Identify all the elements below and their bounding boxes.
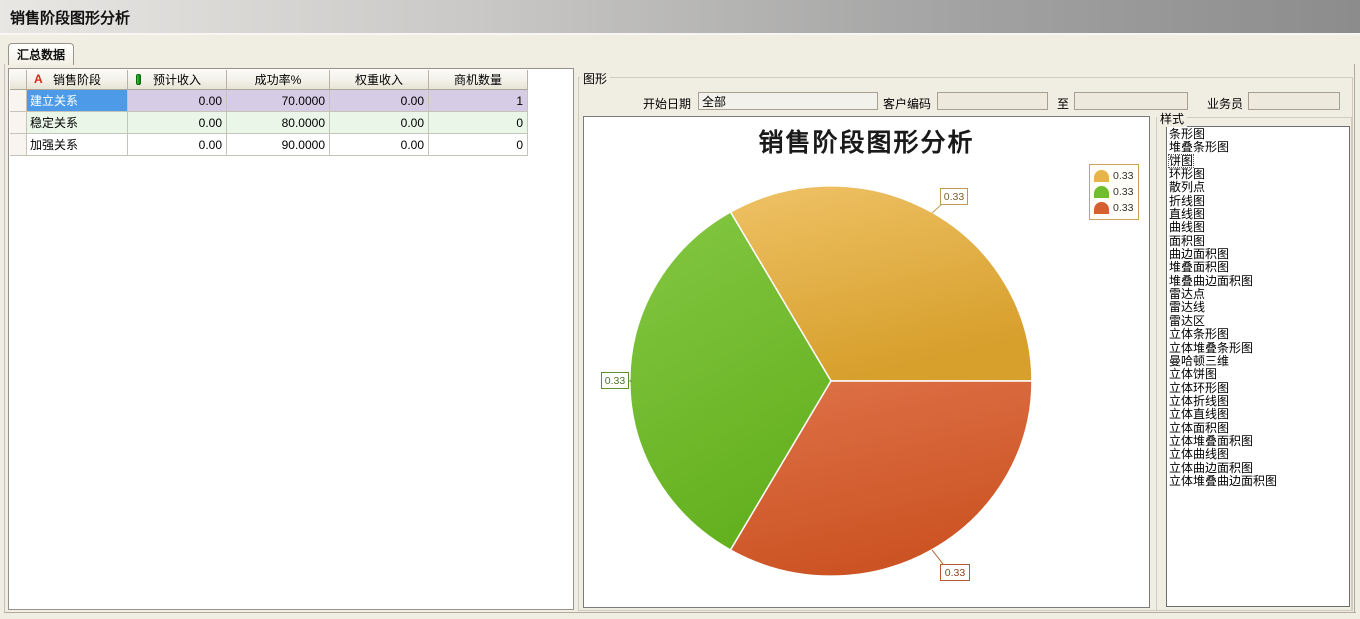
style-list-item[interactable]: 立体条形图: [1167, 328, 1349, 341]
summary-grid-panel: A 销售阶段 预计收入 成功率% 权重收入 商机数量: [8, 68, 574, 610]
style-groupbox-label: 样式: [1157, 110, 1187, 127]
legend-value: 0.33: [1113, 186, 1133, 198]
table-header-row: A 销售阶段 预计收入 成功率% 权重收入 商机数量: [10, 70, 528, 90]
legend-value: 0.33: [1113, 202, 1133, 214]
opportunity-count-cell[interactable]: 1: [429, 90, 528, 112]
success-rate-cell[interactable]: 90.0000: [227, 134, 330, 156]
weighted-income-cell[interactable]: 0.00: [330, 112, 429, 134]
table-row[interactable]: 建立关系 0.00 70.0000 0.00 1: [10, 90, 528, 112]
title-bar: 销售阶段图形分析: [0, 0, 1360, 33]
customer-code-to-input[interactable]: [1074, 92, 1188, 110]
chart-title: 销售阶段图形分析: [584, 123, 1149, 159]
row-selector-cell[interactable]: [10, 112, 27, 134]
customer-code-label: 客户编码: [883, 95, 931, 112]
legend-row: 0.33: [1094, 200, 1138, 216]
style-list-item[interactable]: 立体曲线图: [1167, 448, 1349, 461]
style-list-item[interactable]: 折线图: [1167, 195, 1349, 208]
column-header-label: 销售阶段: [53, 71, 101, 88]
pie-chart: [584, 117, 1149, 607]
style-list-item[interactable]: 立体堆叠条形图: [1167, 342, 1349, 355]
customer-code-input[interactable]: [937, 92, 1048, 110]
header-selector-cell: [10, 70, 27, 90]
column-header-expected-income[interactable]: 预计收入: [128, 70, 227, 90]
column-header-label: 预计收入: [153, 71, 201, 88]
legend-value: 0.33: [1113, 170, 1133, 182]
row-selector-cell[interactable]: [10, 90, 27, 112]
window-bottom-edge: [4, 612, 1356, 613]
column-header-label: 商机数量: [454, 71, 502, 88]
data-label-red: 0.33: [940, 564, 970, 581]
app-window: 销售阶段图形分析 汇总数据 A 销售阶段 预计收入 成功率%: [0, 0, 1360, 619]
style-list-item[interactable]: 立体直线图: [1167, 408, 1349, 421]
style-list-item[interactable]: 立体饼图: [1167, 368, 1349, 381]
column-header-stage[interactable]: A 销售阶段: [27, 70, 128, 90]
success-rate-cell[interactable]: 80.0000: [227, 112, 330, 134]
style-list-item[interactable]: 堆叠面积图: [1167, 261, 1349, 274]
style-list-item[interactable]: 雷达线: [1167, 301, 1349, 314]
style-list-item[interactable]: 曲线图: [1167, 221, 1349, 234]
opportunity-count-cell[interactable]: 0: [429, 134, 528, 156]
graph-groupbox-label: 图形: [580, 70, 610, 87]
sort-a-icon: A: [34, 72, 43, 86]
start-date-label: 开始日期: [643, 95, 691, 112]
opportunity-count-cell[interactable]: 0: [429, 112, 528, 134]
salesman-label: 业务员: [1207, 95, 1243, 112]
expected-income-cell[interactable]: 0.00: [128, 112, 227, 134]
column-header-weighted-income[interactable]: 权重收入: [330, 70, 429, 90]
tab-strip: 汇总数据: [0, 35, 1360, 64]
salesman-input[interactable]: [1248, 92, 1340, 110]
pie-swatch-green-icon: [1094, 186, 1109, 198]
style-list-item[interactable]: 直线图: [1167, 208, 1349, 221]
style-list-item[interactable]: 立体面积图: [1167, 422, 1349, 435]
column-header-label: 权重收入: [355, 71, 403, 88]
tab-summary-data[interactable]: 汇总数据: [8, 43, 74, 65]
weighted-income-cell[interactable]: 0.00: [330, 134, 429, 156]
stage-cell[interactable]: 稳定关系: [27, 112, 128, 134]
style-list-item[interactable]: 条形图: [1167, 128, 1349, 141]
style-list-item[interactable]: 立体环形图: [1167, 382, 1349, 395]
column-header-success-rate[interactable]: 成功率%: [227, 70, 330, 90]
data-label-orange: 0.33: [940, 188, 968, 205]
expected-income-cell[interactable]: 0.00: [128, 134, 227, 156]
style-list-item[interactable]: 堆叠曲边面积图: [1167, 275, 1349, 288]
success-rate-cell[interactable]: 70.0000: [227, 90, 330, 112]
summary-table: A 销售阶段 预计收入 成功率% 权重收入 商机数量: [10, 70, 528, 156]
expected-income-cell[interactable]: 0.00: [128, 90, 227, 112]
style-list-item[interactable]: 立体曲边面积图: [1167, 462, 1349, 475]
column-header-label: 成功率%: [255, 71, 302, 88]
legend-row: 0.33: [1094, 168, 1138, 184]
style-list-item[interactable]: 面积图: [1167, 235, 1349, 248]
chart-style-listbox[interactable]: 条形图堆叠条形图饼图环形图散列点折线图直线图曲线图面积图曲边面积图堆叠面积图堆叠…: [1166, 126, 1350, 607]
style-list-item[interactable]: 雷达点: [1167, 288, 1349, 301]
weighted-income-cell[interactable]: 0.00: [330, 90, 429, 112]
callout-line-orange: [932, 204, 942, 213]
table-row[interactable]: 稳定关系 0.00 80.0000 0.00 0: [10, 112, 528, 134]
chart-panel: 销售阶段图形分析 0.33 0.33 0.33 0.33 0.33 0.33: [583, 116, 1150, 608]
chart-legend: 0.33 0.33 0.33: [1089, 164, 1139, 220]
style-list-item[interactable]: 堆叠条形图: [1167, 141, 1349, 154]
stage-cell[interactable]: 加强关系: [27, 134, 128, 156]
column-header-opportunity-count[interactable]: 商机数量: [429, 70, 528, 90]
pie-swatch-red-icon: [1094, 202, 1109, 214]
table-row[interactable]: 加强关系 0.00 90.0000 0.00 0: [10, 134, 528, 156]
style-list-item[interactable]: 曲边面积图: [1167, 248, 1349, 261]
green-bar-icon: [136, 74, 141, 85]
row-selector-cell[interactable]: [10, 134, 27, 156]
style-list-item[interactable]: 立体堆叠曲边面积图: [1167, 475, 1349, 488]
style-list-item[interactable]: 饼图: [1167, 155, 1349, 168]
pie-swatch-orange-icon: [1094, 170, 1109, 182]
window-title: 销售阶段图形分析: [10, 7, 130, 28]
stage-cell-selected[interactable]: 建立关系: [27, 90, 128, 112]
style-list-item[interactable]: 散列点: [1167, 181, 1349, 194]
data-label-green: 0.33: [601, 372, 629, 389]
start-date-input[interactable]: [698, 92, 878, 110]
legend-row: 0.33: [1094, 184, 1138, 200]
callout-line-red: [932, 550, 943, 564]
to-label: 至: [1057, 95, 1069, 112]
